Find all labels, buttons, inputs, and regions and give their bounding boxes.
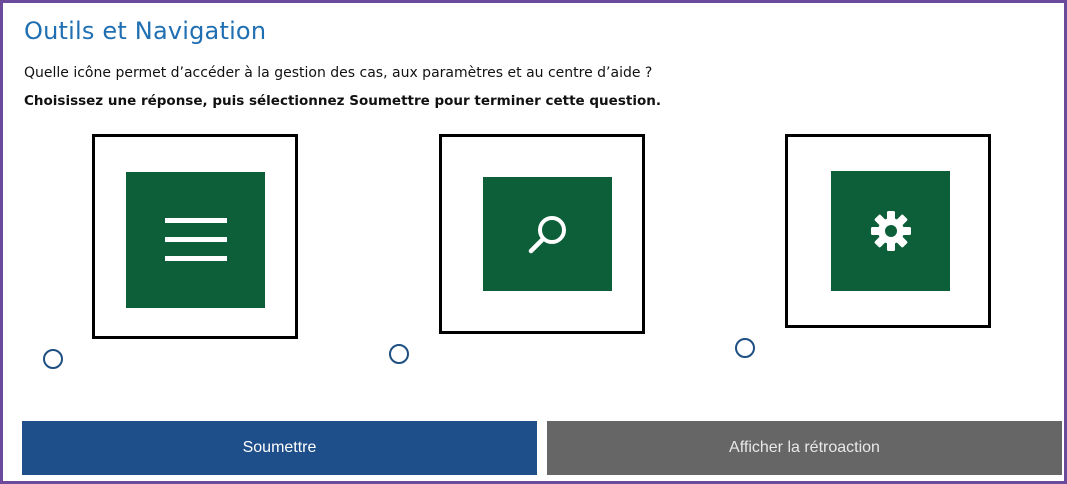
choice-image-settings[interactable] <box>785 134 991 328</box>
gear-icon <box>870 211 911 251</box>
choice-radio-search[interactable] <box>389 344 409 364</box>
choice-radio-menu[interactable] <box>43 349 63 369</box>
page-title: Outils et Navigation <box>24 17 267 45</box>
hamburger-menu-icon <box>164 218 227 261</box>
question-panel: Outils et Navigation Quelle icône permet… <box>0 0 1067 484</box>
submit-button[interactable]: Soumettre <box>22 421 537 475</box>
show-feedback-button[interactable]: Afficher la rétroaction <box>547 421 1062 475</box>
choice-radio-settings[interactable] <box>735 338 755 358</box>
search-icon <box>528 216 566 254</box>
submit-button-label: Soumettre <box>242 439 317 456</box>
choice-image-menu[interactable] <box>92 134 298 339</box>
instruction-text: Choisissez une réponse, puis sélectionne… <box>24 93 661 109</box>
choice-image-search[interactable] <box>439 134 645 334</box>
show-feedback-button-label: Afficher la rétroaction <box>729 439 880 456</box>
settings-tile <box>831 171 950 291</box>
menu-tile <box>126 172 265 308</box>
question-text: Quelle icône permet d’accéder à la gesti… <box>24 65 653 81</box>
search-tile <box>483 177 612 291</box>
